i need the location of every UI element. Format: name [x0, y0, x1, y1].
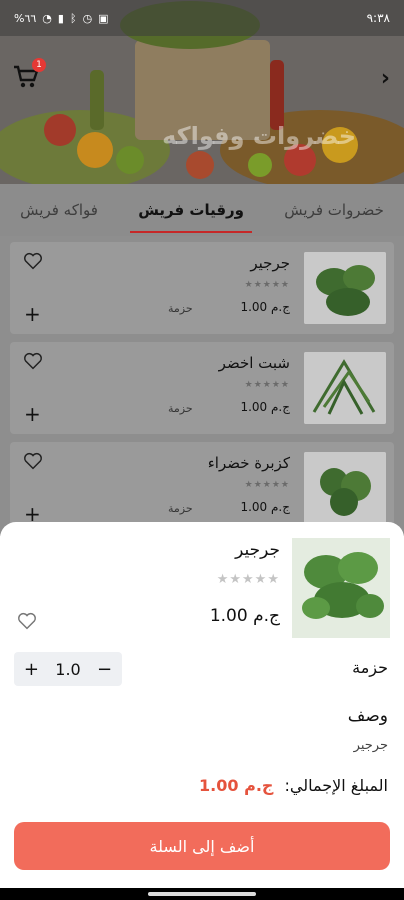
product-image — [304, 252, 386, 324]
category-tabs: خضروات فريش ورقيات فريش فواكه فريش — [0, 184, 404, 236]
system-nav-bar — [0, 888, 404, 900]
favorite-heart-icon[interactable] — [16, 610, 38, 632]
alarm-icon: ◷ — [82, 11, 93, 25]
decrease-button[interactable]: − — [94, 659, 116, 680]
heart-icon[interactable] — [22, 450, 44, 472]
description-title: وصف — [347, 706, 388, 726]
product-image — [304, 452, 386, 524]
heart-icon[interactable] — [22, 350, 44, 372]
product-name: كزبرة خضراء — [207, 454, 290, 472]
total-row: المبلغ الإجمالي: ج.م 1.00 — [199, 776, 388, 795]
signal-icon: ▮ — [57, 11, 64, 25]
product-unit: حزمة — [168, 502, 193, 515]
product-unit: حزمة — [168, 402, 193, 415]
home-handle[interactable] — [148, 892, 256, 896]
product-price: ج.م 1.00 — [240, 500, 290, 514]
status-bar: %٦٦ ◔ ▮ ᛒ ◷ ▣ ٩:٣٨ — [0, 0, 404, 36]
sheet-product-image — [292, 538, 390, 638]
status-time: ٩:٣٨ — [366, 11, 390, 25]
tab-leafy[interactable]: ورقيات فريش — [130, 201, 252, 233]
description-text: جرجير — [353, 738, 388, 753]
sheet-product-price: ج.م 1.00 — [209, 606, 280, 626]
battery-percent: %٦٦ — [14, 11, 37, 25]
cart-badge: 1 — [32, 58, 46, 72]
sheet-product-name: جرجير — [235, 540, 280, 560]
product-name: شبت اخضر — [218, 354, 290, 372]
product-price: ج.م 1.00 — [240, 400, 290, 414]
rating-stars: ★★★★★ — [216, 572, 280, 587]
rating-stars: ★★★★★ — [244, 280, 290, 290]
unit-label: حزمة — [352, 658, 388, 677]
page-title: خضروات وفواكه — [162, 122, 356, 150]
rating-stars: ★★★★★ — [244, 380, 290, 390]
add-to-cart-button[interactable]: أضف إلى السلة — [14, 822, 390, 870]
product-image — [304, 352, 386, 424]
tab-vegetables[interactable]: خضروات فريش — [280, 201, 388, 219]
product-card[interactable]: كزبرة خضراء ★★★★★ ج.م 1.00 حزمة + — [10, 442, 394, 534]
lock-icon: ▣ — [98, 11, 109, 25]
status-icons: %٦٦ ◔ ▮ ᛒ ◷ ▣ — [14, 12, 109, 25]
total-label: المبلغ الإجمالي: — [284, 776, 388, 795]
product-unit: حزمة — [168, 302, 193, 315]
increase-button[interactable]: + — [20, 659, 42, 680]
add-icon[interactable]: + — [24, 404, 41, 424]
heart-icon[interactable] — [22, 250, 44, 272]
rating-stars: ★★★★★ — [244, 480, 290, 490]
quantity-stepper: + 1.0 − — [14, 652, 122, 686]
product-price: ج.م 1.00 — [240, 300, 290, 314]
product-name: جرجير — [250, 254, 290, 272]
product-card[interactable]: شبت اخضر ★★★★★ ج.م 1.00 حزمة + — [10, 342, 394, 434]
total-amount: ج.م 1.00 — [199, 776, 274, 795]
quantity-value: 1.0 — [55, 659, 81, 679]
product-detail-sheet: جرجير ★★★★★ ج.م 1.00 حزمة + 1.0 − وصف جر… — [0, 522, 404, 888]
product-card[interactable]: جرجير ★★★★★ ج.م 1.00 حزمة + — [10, 242, 394, 334]
product-list: جرجير ★★★★★ ج.م 1.00 حزمة + شبت اخضر ★★★… — [0, 236, 404, 536]
back-button[interactable]: › — [381, 66, 390, 91]
tab-fruits[interactable]: فواكه فريش — [16, 201, 102, 219]
bluetooth-icon: ᛒ — [69, 11, 77, 25]
add-icon[interactable]: + — [24, 504, 41, 524]
add-icon[interactable]: + — [24, 304, 41, 324]
wifi-icon: ◔ — [42, 11, 52, 25]
